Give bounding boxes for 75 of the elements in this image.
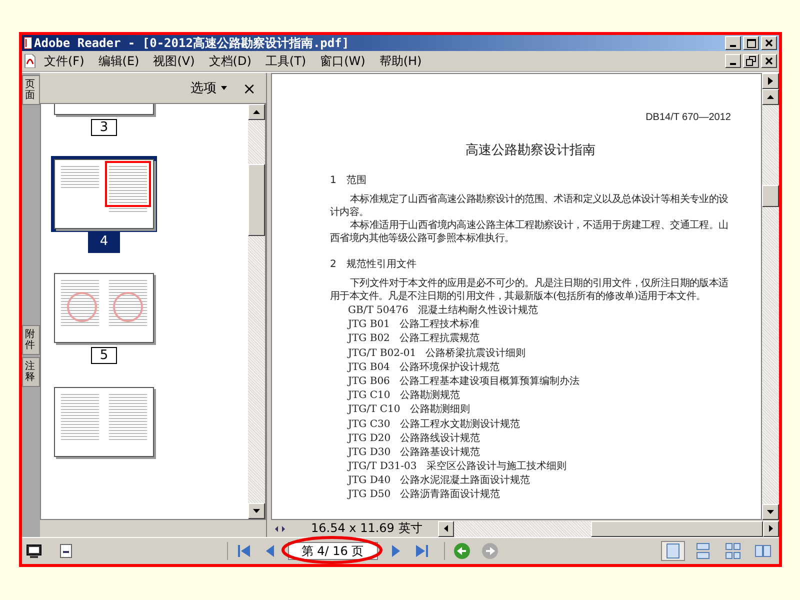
reference-entry: JTG B04 公路环境保护设计规范 — [346, 360, 500, 375]
menu-item[interactable]: 文档(D) — [202, 52, 258, 70]
menu-item[interactable]: 视图(V) — [147, 52, 201, 70]
first-page-icon[interactable] — [236, 543, 252, 559]
close-button[interactable] — [761, 36, 777, 50]
pdf-icon — [24, 54, 36, 68]
single-view-icon[interactable] — [661, 541, 685, 561]
scroll-right-icon[interactable] — [769, 525, 773, 532]
close-button[interactable]: × — [240, 78, 258, 98]
scrollbar[interactable] — [762, 73, 779, 520]
options-menu-button[interactable]: 选项 — [188, 79, 229, 97]
side-tab[interactable]: 注释 — [22, 357, 40, 387]
minimize-button[interactable] — [725, 54, 741, 68]
close-icon — [765, 57, 773, 65]
restore-icon — [746, 56, 756, 66]
scroll-thumb[interactable] — [762, 185, 779, 207]
reference-entry: JTG D30 公路路基设计规范 — [346, 446, 482, 460]
menu-item[interactable]: 工具(T) — [259, 52, 312, 70]
paragraph: 下列文件对于本文件的应用是必不可少的。凡是注日期的引用文件，仅所注日期的版本适用于本文件。凡是不注日期的引用文件，其最新版本(包括所有的修改单)适用于本文件。 — [330, 277, 730, 303]
section-heading: 2 规范性引用文件 — [330, 258, 418, 271]
side-tab[interactable]: 页面 — [22, 75, 40, 105]
scrollbar[interactable] — [248, 104, 265, 519]
reference-entry: JTG/T D31-03 采空区公路设计与施工技术细则 — [346, 460, 568, 474]
window-title: Adobe Reader - [0-2012高速公路勘察设计指南.pdf] — [34, 34, 350, 52]
menu-item[interactable]: 文件(F) — [38, 52, 90, 70]
document-code: DB14/T 670—2012 — [644, 112, 731, 123]
reference-entry: GB/T 50476 混凝土结构耐久性设计规范 — [347, 304, 539, 318]
page-thumbnail[interactable] — [51, 384, 157, 460]
minimize-button[interactable] — [725, 36, 741, 50]
back-icon[interactable] — [452, 542, 470, 560]
scroll-up-icon[interactable] — [253, 110, 260, 114]
reference-entry: JTG B02 公路工程抗震规范 — [346, 332, 480, 346]
expand-arrow-icon[interactable] — [768, 77, 773, 85]
maximize-icon — [746, 38, 756, 48]
reference-entry: JTG B06 公路工程基本建设项目概算预算编制办法 — [346, 374, 580, 389]
page-thumbnail[interactable] — [51, 156, 157, 232]
page-number-label: 3 — [90, 119, 118, 136]
menu-item[interactable]: 帮助(H) — [373, 52, 428, 70]
last-page-icon[interactable] — [414, 543, 430, 559]
scroll-thumb[interactable] — [248, 164, 265, 236]
scroll-down-icon[interactable] — [767, 510, 774, 514]
menu-item[interactable]: 编辑(E) — [92, 52, 146, 70]
split-icon — [275, 524, 285, 534]
close-button[interactable] — [761, 54, 777, 68]
scrollbar[interactable] — [438, 520, 779, 536]
page-number-field[interactable]: 第 4/ 16 页 — [288, 542, 378, 560]
restore-button[interactable] — [743, 54, 759, 68]
menu-item[interactable]: 窗口(W) — [314, 52, 372, 70]
reference-entry: JTG/T C10 公路勘测细则 — [346, 403, 471, 418]
paragraph: 本标准规定了山西省高速公路勘察设计的范围、术语和定义以及总体设计等相关专业的设计内容。 — [330, 193, 730, 219]
scroll-down-icon[interactable] — [253, 509, 260, 513]
side-tab[interactable]: 附件 — [22, 325, 40, 355]
reference-entry: JTG D40 公路水泥混凝土路面设计规范 — [346, 474, 532, 488]
scroll-up-icon[interactable] — [767, 95, 774, 99]
reference-entry: JTG D50 公路沥青路面设计规范 — [346, 488, 502, 502]
close-icon — [765, 39, 773, 47]
section-heading: 1 范围 — [330, 174, 368, 187]
reference-entry: JTG C30 公路工程水文勘测设计规范 — [346, 418, 521, 432]
page-number-label: 4 — [90, 233, 118, 250]
reference-entry: JTG/T B02-01 公路桥梁抗震设计细则 — [346, 346, 527, 361]
monitor-icon[interactable] — [26, 544, 42, 558]
paragraph: 本标准适用于山西省境内高速公路主体工程勘察设计，不适用于房建工程、交通工程。山西省境内其他等级公路可参照本标准执行。 — [330, 219, 730, 245]
page-thumbnail[interactable] — [51, 270, 157, 346]
caret-icon — [220, 86, 227, 90]
scroll-thumb[interactable] — [591, 520, 763, 536]
document-title: 高速公路勘察设计指南 — [464, 142, 596, 159]
maximize-button[interactable] — [743, 36, 759, 50]
scroll-left-icon[interactable] — [444, 525, 448, 532]
document-icon — [24, 37, 32, 49]
page-icon[interactable] — [60, 544, 72, 558]
page-size-label: 16.54 x 11.69 英寸 — [310, 520, 424, 537]
page-number-label: 5 — [90, 347, 118, 364]
reference-entry: JTG D20 公路路线设计规范 — [346, 432, 482, 446]
reference-entry: JTG C10 公路勘测规范 — [346, 389, 461, 404]
reference-entry: JTG B01 公路工程技术标准 — [346, 318, 480, 332]
